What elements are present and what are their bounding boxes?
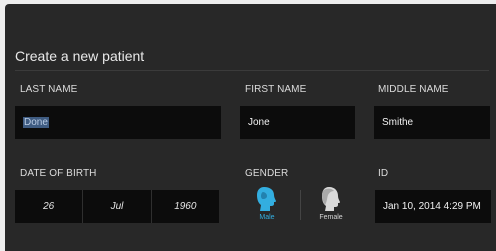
form-title: Create a new patient [15,48,145,64]
first-name-field[interactable]: Jone [240,106,355,139]
gender-male-label: Male [259,214,275,221]
last-name-field[interactable]: Done [15,106,221,139]
dob-day[interactable]: 26 [15,190,84,223]
gender-option-male[interactable]: Male [248,186,286,228]
id-label: ID [378,168,389,179]
dob-year[interactable]: 1960 [152,190,219,223]
last-name-label: LAST NAME [20,84,78,95]
female-head-icon [319,186,343,212]
gender-female-label: Female [319,214,343,221]
middle-name-label: MIDDLE NAME [378,84,449,95]
middle-name-field[interactable]: Smithe [374,106,490,139]
male-head-icon [255,186,279,212]
dob-month[interactable]: Jul [83,190,152,223]
gender-label: GENDER [245,168,289,179]
middle-name-value: Smithe [382,117,414,128]
id-field[interactable]: Jan 10, 2014 4:29 PM [375,190,491,223]
gender-separator [300,190,301,220]
first-name-label: FIRST NAME [245,84,307,95]
id-value: Jan 10, 2014 4:29 PM [383,201,481,212]
last-name-value: Done [23,117,49,128]
date-of-birth-picker: 26 Jul 1960 [15,190,219,223]
title-divider [15,70,489,71]
first-name-value: Jone [248,117,270,128]
gender-option-female[interactable]: Female [312,186,350,228]
date-of-birth-label: DATE OF BIRTH [20,168,97,179]
